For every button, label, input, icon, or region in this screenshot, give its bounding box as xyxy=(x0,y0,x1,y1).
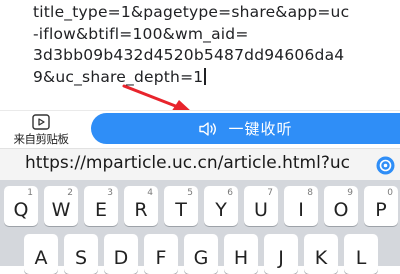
key-letter: T xyxy=(175,199,187,221)
speaker-icon xyxy=(199,121,217,136)
key-u[interactable]: 7U xyxy=(244,186,278,226)
key-p[interactable]: 0P xyxy=(364,186,398,226)
clipboard-label: 来自剪贴板 xyxy=(13,132,70,146)
key-letter: P xyxy=(375,199,387,221)
key-number: 6 xyxy=(227,188,233,198)
browser-icon xyxy=(376,156,395,175)
key-letter: W xyxy=(51,199,71,221)
key-letter: R xyxy=(134,199,148,221)
editor-line: -iflow&btifl=100&wm_aid= xyxy=(33,24,249,43)
key-number: 3 xyxy=(107,188,113,198)
key-g[interactable]: G xyxy=(184,234,218,274)
one-click-listen-button[interactable]: 一键收听 xyxy=(91,113,400,144)
key-number: 4 xyxy=(147,188,153,198)
key-d[interactable]: D xyxy=(104,234,138,274)
action-bar: 来自剪贴板 一键收听 xyxy=(0,110,400,149)
key-number: 8 xyxy=(307,188,313,198)
key-r[interactable]: 4R xyxy=(124,186,158,226)
keyboard: 1Q 2W 3E 4R 5T 6Y 7U 8I 9O 0P A S D F G … xyxy=(0,180,400,274)
key-number: 5 xyxy=(187,188,193,198)
url-suggestion-row[interactable]: https://mparticle.uc.cn/article.html?uc xyxy=(0,148,400,181)
key-number: 1 xyxy=(27,188,33,198)
key-f[interactable]: F xyxy=(144,234,178,274)
key-l[interactable]: L xyxy=(344,234,378,274)
key-s[interactable]: S xyxy=(64,234,98,274)
key-number: 0 xyxy=(387,188,393,198)
clipboard-button[interactable]: 来自剪贴板 xyxy=(3,113,77,147)
key-number: 2 xyxy=(67,188,73,198)
key-a[interactable]: A xyxy=(24,234,58,274)
key-letter: U xyxy=(254,199,268,221)
suggested-url: https://mparticle.uc.cn/article.html?uc xyxy=(25,153,350,173)
keyboard-row-2: A S D F G H J K L xyxy=(0,234,400,274)
key-w[interactable]: 2W xyxy=(44,186,78,226)
key-e[interactable]: 3E xyxy=(84,186,118,226)
editor-line: 3d3bb09b432d4520b5487dd94606da4 xyxy=(33,46,345,64)
key-letter: Q xyxy=(13,199,29,221)
editor-line-last: 9&uc_share_depth=1 xyxy=(33,67,393,89)
key-q[interactable]: 1Q xyxy=(4,186,38,226)
key-letter: O xyxy=(333,199,349,221)
clipboard-video-icon xyxy=(32,114,50,130)
editor-text-area[interactable]: title_type=1&pagetype=share&app=uc -iflo… xyxy=(0,0,400,110)
key-letter: I xyxy=(298,199,304,221)
key-letter: Y xyxy=(215,199,227,221)
key-number: 7 xyxy=(267,188,273,198)
key-k[interactable]: K xyxy=(304,234,338,274)
editor-text: title_type=1&pagetype=share&app=uc -iflo… xyxy=(33,2,393,88)
key-h[interactable]: H xyxy=(224,234,258,274)
key-i[interactable]: 8I xyxy=(284,186,318,226)
listen-label: 一键收听 xyxy=(228,120,293,138)
text-caret xyxy=(204,67,206,85)
key-y[interactable]: 6Y xyxy=(204,186,238,226)
keyboard-row-1: 1Q 2W 3E 4R 5T 6Y 7U 8I 9O 0P xyxy=(0,186,400,226)
key-number: 9 xyxy=(347,188,353,198)
key-o[interactable]: 9O xyxy=(324,186,358,226)
key-j[interactable]: J xyxy=(264,234,298,274)
editor-line: title_type=1&pagetype=share&app=uc xyxy=(33,3,350,21)
key-t[interactable]: 5T xyxy=(164,186,198,226)
key-letter: E xyxy=(94,199,107,221)
